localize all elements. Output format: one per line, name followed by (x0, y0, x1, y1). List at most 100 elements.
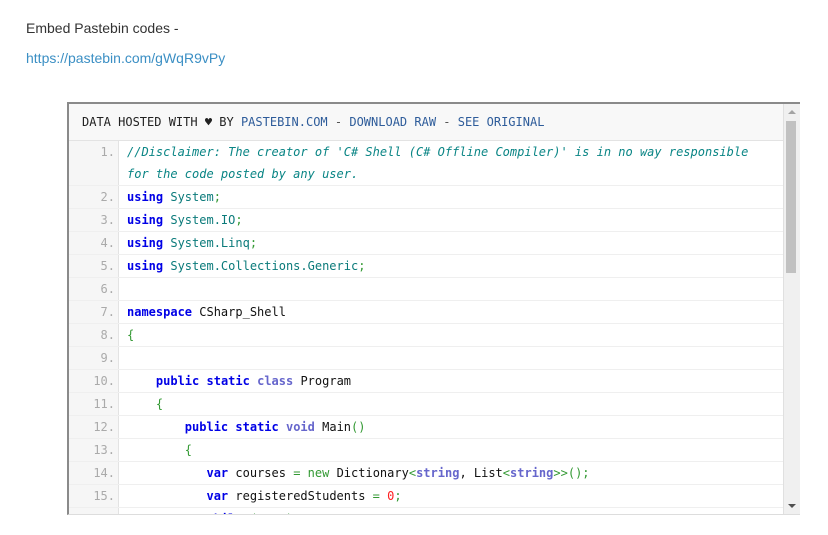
line-number: 16. (69, 508, 119, 514)
separator: - (327, 115, 350, 129)
separator: - (436, 115, 458, 129)
line-number: 3. (69, 209, 119, 231)
line-code: public static class Program (119, 370, 351, 392)
code-token: Program (293, 374, 352, 388)
line-number: 2. (69, 186, 119, 208)
code-token: { (155, 397, 164, 411)
code-token: ; (213, 190, 221, 204)
code-token: string (416, 466, 460, 480)
code-token: ; (358, 259, 366, 273)
code-token: using (127, 190, 164, 204)
code-line: 16. while (true) (69, 508, 783, 514)
code-token: System (170, 190, 214, 204)
code-token: , List (459, 466, 503, 480)
code-token: = (372, 489, 380, 503)
line-number: 1. (69, 141, 119, 185)
code-token: true (257, 512, 286, 514)
code-token: void (285, 420, 315, 434)
code-token: () (351, 420, 366, 434)
line-code: using System.IO; (119, 209, 243, 231)
vertical-scrollbar[interactable] (784, 104, 800, 514)
line-code: using System; (119, 186, 221, 208)
code-token: Main (314, 420, 352, 434)
code-token: ; (394, 489, 402, 503)
line-code: { (119, 393, 163, 415)
line-number: 9. (69, 347, 119, 369)
code-token: static (235, 420, 279, 434)
line-code: public static void Main() (119, 416, 366, 438)
code-line: 7. namespace CSharp_Shell (69, 301, 783, 324)
hosted-by-text: DATA HOSTED WITH ♥ BY (82, 115, 241, 129)
code-token: new (307, 466, 330, 480)
code-line: 12. public static void Main() (69, 416, 783, 439)
code-line: 4. using System.Linq; (69, 232, 783, 255)
code-token: using (127, 213, 164, 227)
code-token: System.IO (170, 213, 236, 227)
code-line: 14. var courses = new Dictionary<string,… (69, 462, 783, 485)
line-code (119, 347, 127, 369)
code-line: 6. (69, 278, 783, 301)
code-line: 15. var registeredStudents = 0; (69, 485, 783, 508)
code-token: < (502, 466, 511, 480)
code-token: System.Collections.Generic (170, 259, 359, 273)
scroll-up-arrow-icon[interactable] (788, 110, 796, 114)
code-token: ; (249, 236, 258, 250)
pastebin-link[interactable]: https://pastebin.com/gWqR9vPy (26, 50, 225, 66)
line-code: using System.Collections.Generic; (119, 255, 365, 277)
code-token: public (184, 420, 229, 434)
code-line: 13. { (69, 439, 783, 462)
embed-content: DATA HOSTED WITH ♥ BY PASTEBIN.COM - DOW… (69, 104, 784, 514)
code-line: 2. using System; (69, 186, 783, 209)
code-token: var (206, 489, 229, 503)
line-number: 8. (69, 324, 119, 346)
code-token: { (184, 443, 193, 457)
code-token: ( (250, 512, 257, 514)
code-token: ) (286, 512, 293, 514)
line-code: while (true) (119, 508, 293, 514)
code-token: namespace (127, 305, 193, 319)
code-token: while (206, 512, 242, 514)
code-line: 5. using System.Collections.Generic; (69, 255, 783, 278)
code-token: CSharp_Shell (192, 305, 286, 319)
line-number: 14. (69, 462, 119, 484)
code-line: 9. (69, 347, 783, 370)
pastebin-site-link[interactable]: PASTEBIN.COM (241, 115, 328, 129)
pastebin-embed-frame: DATA HOSTED WITH ♥ BY PASTEBIN.COM - DOW… (67, 102, 800, 515)
embed-header: DATA HOSTED WITH ♥ BY PASTEBIN.COM - DOW… (69, 104, 783, 141)
code-token: public (155, 374, 200, 388)
line-code: var registeredStudents = 0; (119, 485, 402, 507)
see-original-link[interactable]: SEE ORIGINAL (458, 115, 545, 129)
line-number: 7. (69, 301, 119, 323)
code-token: using (127, 259, 164, 273)
code-token: courses (228, 466, 294, 480)
code-listing: 1.//Disclaimer: The creator of 'C# Shell… (69, 141, 783, 514)
code-token: static (206, 374, 250, 388)
line-number: 15. (69, 485, 119, 507)
line-code: namespace CSharp_Shell (119, 301, 286, 323)
code-token: string (510, 466, 554, 480)
line-code: using System.Linq; (119, 232, 257, 254)
code-token: using (127, 236, 164, 250)
code-line: 1.//Disclaimer: The creator of 'C# Shell… (69, 141, 783, 186)
scroll-down-arrow-icon[interactable] (788, 504, 796, 508)
line-number: 10. (69, 370, 119, 392)
line-number: 11. (69, 393, 119, 415)
scrollbar-thumb[interactable] (786, 121, 796, 273)
line-code: { (119, 324, 134, 346)
intro-text: Embed Pastebin codes - (26, 20, 179, 36)
download-raw-link[interactable]: DOWNLOAD RAW (349, 115, 436, 129)
code-token: ; (235, 213, 243, 227)
line-code: { (119, 439, 192, 461)
line-code (119, 278, 127, 300)
line-number: 6. (69, 278, 119, 300)
